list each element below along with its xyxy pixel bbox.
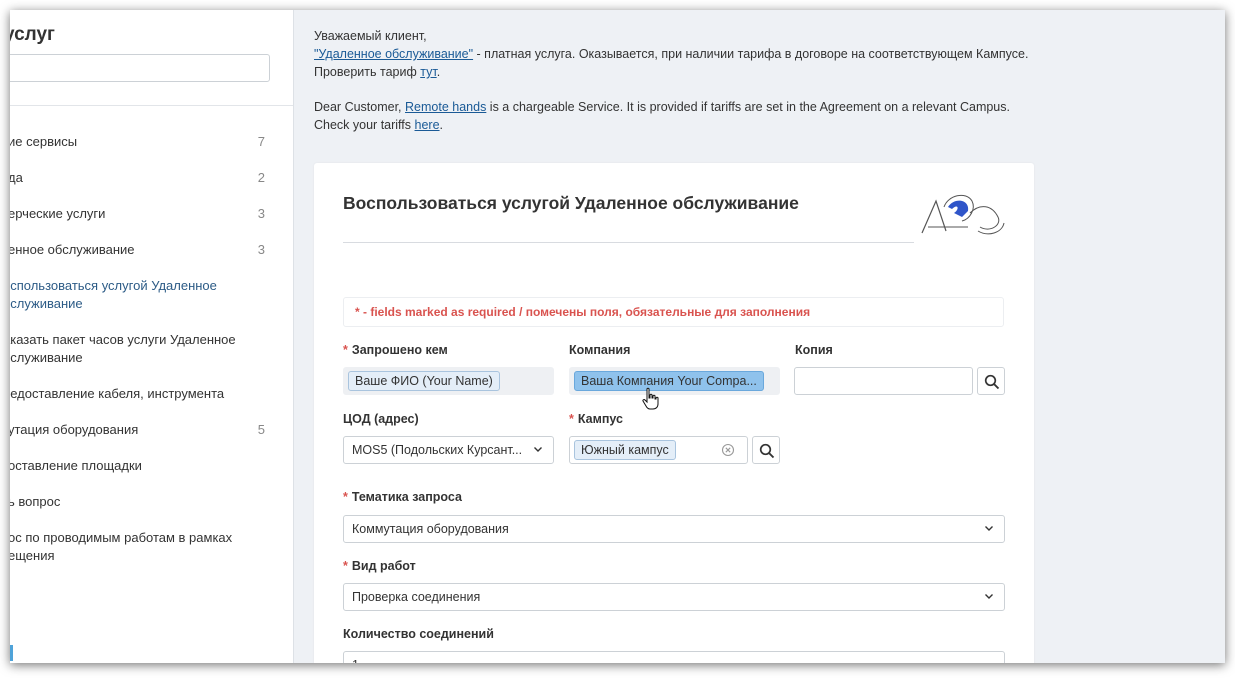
- sidebar-item-label: аказать пакет часов услуги Удаленное бсл…: [10, 332, 236, 365]
- tariff-link-ru[interactable]: тут: [420, 65, 436, 79]
- clear-icon[interactable]: [721, 443, 735, 457]
- sidebar-item-count: 3: [257, 206, 265, 221]
- sidebar-item-label: ь вопрос: [10, 494, 61, 509]
- sidebar-item-cable[interactable]: редоставление кабеля, инструмента: [10, 385, 293, 421]
- sidebar-item-label: ие сервисы: [10, 134, 78, 149]
- campus-tag[interactable]: Южный кампус: [574, 440, 676, 460]
- company-field[interactable]: Ваша Компания Your Compa...: [569, 367, 780, 395]
- service-illustration-icon: [921, 194, 1005, 235]
- chevron-down-icon: [985, 526, 993, 531]
- form-card: Воспользоваться услугой Удаленное обслуж…: [314, 163, 1034, 663]
- chevron-down-icon: [534, 447, 542, 452]
- requested-by-field[interactable]: Ваше ФИО (Your Name): [343, 367, 554, 395]
- sidebar-item-label: да: [10, 170, 23, 185]
- requested-by-label: * Запрошено кем: [343, 343, 448, 357]
- copy-input[interactable]: [794, 367, 973, 395]
- topic-select[interactable]: Коммутация оборудования: [343, 515, 1005, 543]
- requested-by-tag[interactable]: Ваше ФИО (Your Name): [348, 371, 500, 391]
- sidebar-item-question[interactable]: ь вопрос: [10, 493, 293, 529]
- sidebar-item-works[interactable]: ос по проводимым работам в рамках ещения: [10, 529, 278, 583]
- topic-value: Коммутация оборудования: [352, 522, 509, 536]
- copy-search-button[interactable]: [977, 367, 1005, 395]
- sidebar-item-site[interactable]: оставление площадки: [10, 457, 293, 493]
- sidebar-item-label: редоставление кабеля, инструмента: [10, 386, 225, 401]
- sidebar-item-use-remote[interactable]: оспользоваться услугой Удаленное бслужив…: [10, 277, 273, 331]
- sidebar-item-count: 7: [257, 134, 265, 149]
- hand-cursor-icon: [642, 387, 659, 410]
- sidebar-item-count: 2: [257, 170, 265, 185]
- sidebar-list: ие сервисы 7 да 2 ерческие услуги 3 енно…: [10, 133, 293, 583]
- notice-en-text: Dear Customer, Remote hands is a chargea…: [314, 100, 1010, 132]
- sidebar-item-label: оспользоваться услугой Удаленное бслужив…: [10, 278, 217, 311]
- required-note: * - fields marked as required / помечены…: [343, 297, 1004, 327]
- sidebar-search-input[interactable]: [10, 54, 270, 82]
- dc-label: ЦОД (адрес): [343, 412, 419, 426]
- remote-service-link[interactable]: "Удаленное обслуживание": [314, 47, 473, 61]
- work-type-label: * Вид работ: [343, 559, 416, 573]
- dc-value: MOS5 (Подольских Курсант...: [352, 443, 523, 457]
- work-type-value: Проверка соединения: [352, 590, 481, 604]
- dc-select[interactable]: MOS5 (Подольских Курсант...: [343, 436, 554, 464]
- sidebar-item-label: утация оборудования: [10, 422, 139, 437]
- sidebar-title: услуг: [10, 24, 55, 45]
- sidebar-item-label: оставление площадки: [10, 458, 142, 473]
- sidebar-item-count: 3: [257, 242, 265, 257]
- sidebar-item-count: 5: [257, 422, 265, 437]
- main-content: Уважаемый клиент, "Удаленное обслуживани…: [294, 10, 1225, 663]
- sidebar-item-order-hours[interactable]: аказать пакет часов услуги Удаленное бсл…: [10, 331, 283, 385]
- topic-label: * Тематика запроса: [343, 490, 462, 504]
- chevron-down-icon: [985, 594, 993, 599]
- sidebar: услуг ие сервисы 7 да 2 ерческие услуги …: [10, 10, 294, 663]
- remote-hands-link[interactable]: Remote hands: [405, 100, 486, 114]
- work-type-select[interactable]: Проверка соединения: [343, 583, 1005, 611]
- app-window: услуг ие сервисы 7 да 2 ерческие услуги …: [10, 10, 1225, 663]
- copy-label: Копия: [795, 343, 833, 357]
- sidebar-item-services[interactable]: ие сервисы 7: [10, 133, 293, 169]
- search-icon: [984, 374, 1000, 390]
- form-title: Воспользоваться услугой Удаленное обслуж…: [343, 193, 799, 213]
- notice-block: Уважаемый клиент, "Удаленное обслуживани…: [314, 27, 1034, 134]
- sidebar-item-label: ос по проводимым работам в рамках ещения: [10, 530, 233, 563]
- sidebar-corner-marker: [10, 645, 13, 661]
- connections-input[interactable]: [343, 651, 1005, 663]
- company-tag[interactable]: Ваша Компания Your Compa...: [574, 371, 764, 391]
- tariff-link-en[interactable]: here: [415, 118, 440, 132]
- sidebar-item-label: ерческие услуги: [10, 206, 106, 221]
- sidebar-divider: [10, 105, 293, 106]
- campus-field[interactable]: Южный кампус: [569, 436, 748, 464]
- sidebar-item-da[interactable]: да 2: [10, 169, 293, 205]
- campus-search-button[interactable]: [752, 436, 780, 464]
- connections-label: Количество соединений: [343, 627, 494, 641]
- sidebar-item-remote-service[interactable]: енное обслуживание 3: [10, 241, 293, 277]
- notice-ru-greeting: Уважаемый клиент,: [314, 29, 427, 43]
- title-divider: [343, 242, 914, 243]
- sidebar-item-commutation[interactable]: утация оборудования 5: [10, 421, 293, 457]
- campus-label: * Кампус: [569, 412, 623, 426]
- sidebar-item-label: енное обслуживание: [10, 242, 135, 257]
- search-icon: [759, 443, 775, 459]
- notice-ru-text: "Удаленное обслуживание" - платная услуг…: [314, 47, 1029, 79]
- sidebar-item-commercial[interactable]: ерческие услуги 3: [10, 205, 293, 241]
- company-label: Компания: [569, 343, 631, 357]
